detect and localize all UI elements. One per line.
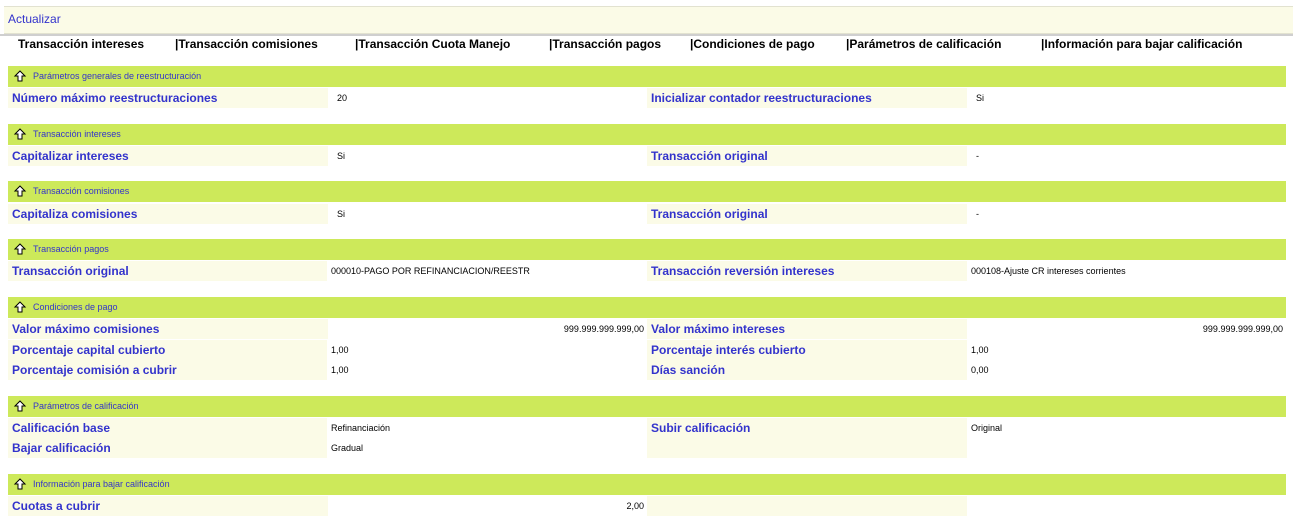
section-title: Transacción pagos [33, 244, 109, 254]
section-header-rating-parameters: Parámetros de calificación [8, 396, 1286, 417]
section-title: Condiciones de pago [33, 302, 118, 312]
arrow-up-icon[interactable] [13, 69, 27, 83]
interest-reversal-label: Transacción reversión intereses [647, 261, 967, 281]
max-interest-value: 999.999.999.999,00 [967, 319, 1286, 339]
section-title: Parámetros de calificación [33, 401, 139, 411]
original-transaction-label: Transacción original [647, 146, 967, 166]
section-header-payment-conditions: Condiciones de pago [8, 297, 1286, 318]
tab-bar: Transacción intereses |Transacción comis… [0, 34, 1293, 54]
arrow-up-icon[interactable] [13, 477, 27, 491]
empty-cell [647, 496, 967, 516]
raise-rating-label: Subir calificación [647, 418, 967, 438]
capitalize-interest-value: Si [333, 146, 646, 166]
arrow-up-icon[interactable] [13, 300, 27, 314]
interest-percentage-value: 1,00 [967, 340, 1286, 360]
toolbar: Actualizar [4, 6, 1293, 34]
section-header-restructuring: Parámetros generales de reestructuración [8, 66, 1286, 87]
original-transaction-value: 000010-PAGO POR REFINANCIACION/REESTR [327, 261, 646, 281]
original-transaction-label: Transacción original [647, 204, 967, 224]
section-title: Transacción intereses [33, 129, 121, 139]
base-rating-value: Refinanciación [327, 418, 646, 438]
arrow-up-icon[interactable] [13, 184, 27, 198]
capital-percentage-label: Porcentaje capital cubierto [8, 340, 328, 360]
update-button[interactable]: Actualizar [8, 12, 61, 26]
capitalize-interest-label: Capitalizar intereses [8, 146, 328, 166]
installments-to-cover-value: 2,00 [328, 496, 647, 516]
section-header-commission-transaction: Transacción comisiones [8, 181, 1286, 202]
capitalize-commissions-value: Si [333, 204, 646, 224]
base-rating-label: Calificación base [8, 418, 328, 438]
section-header-payment-transaction: Transacción pagos [8, 239, 1286, 260]
lower-rating-value: Gradual [327, 438, 646, 458]
lower-rating-label: Bajar calificación [8, 438, 328, 458]
interest-percentage-label: Porcentaje interés cubierto [647, 340, 967, 360]
max-restructurings-label: Número máximo reestructuraciones [8, 88, 328, 108]
max-commissions-value: 999.999.999.999,00 [328, 319, 647, 339]
max-interest-label: Valor máximo intereses [647, 319, 967, 339]
commission-percentage-value: 1,00 [327, 360, 646, 380]
capitalize-commissions-label: Capitaliza comisiones [8, 204, 328, 224]
penalty-days-label: Días sanción [647, 360, 967, 380]
tab-interest-transaction[interactable]: Transacción intereses [18, 37, 144, 51]
tab-lower-rating-info[interactable]: |Información para bajar calificación [1041, 37, 1242, 51]
arrow-up-icon[interactable] [13, 399, 27, 413]
init-counter-label: Inicializar contador reestructuraciones [647, 88, 967, 108]
tab-payment-transaction[interactable]: |Transacción pagos [549, 37, 661, 51]
section-title: Transacción comisiones [33, 186, 130, 196]
original-transaction-value: - [972, 146, 1286, 166]
section-title: Parámetros generales de reestructuración [33, 71, 202, 81]
init-counter-value: Si [972, 88, 1286, 108]
installments-to-cover-label: Cuotas a cubrir [8, 496, 328, 516]
interest-reversal-value: 000108-Ajuste CR intereses corrientes [967, 261, 1286, 281]
max-restructurings-value: 20 [333, 88, 646, 108]
penalty-days-value: 0,00 [967, 360, 1286, 380]
tab-commission-transaction[interactable]: |Transacción comisiones [175, 37, 318, 51]
arrow-up-icon[interactable] [13, 127, 27, 141]
original-transaction-label: Transacción original [8, 261, 328, 281]
commission-percentage-label: Porcentaje comisión a cubrir [8, 360, 328, 380]
tab-payment-conditions[interactable]: |Condiciones de pago [690, 37, 815, 51]
section-title: Información para bajar calificación [33, 479, 170, 489]
max-commissions-label: Valor máximo comisiones [8, 319, 328, 339]
raise-rating-value: Original [967, 418, 1286, 438]
tab-rating-parameters[interactable]: |Parámetros de calificación [846, 37, 1001, 51]
empty-cell [647, 438, 967, 458]
tab-management-fee-transaction[interactable]: |Transacción Cuota Manejo [355, 37, 510, 51]
section-header-lower-rating-info: Información para bajar calificación [8, 474, 1286, 495]
section-header-interest-transaction: Transacción intereses [8, 124, 1286, 145]
top-strip [0, 0, 1293, 5]
arrow-up-icon[interactable] [13, 242, 27, 256]
original-transaction-value: - [972, 204, 1286, 224]
capital-percentage-value: 1,00 [327, 340, 646, 360]
